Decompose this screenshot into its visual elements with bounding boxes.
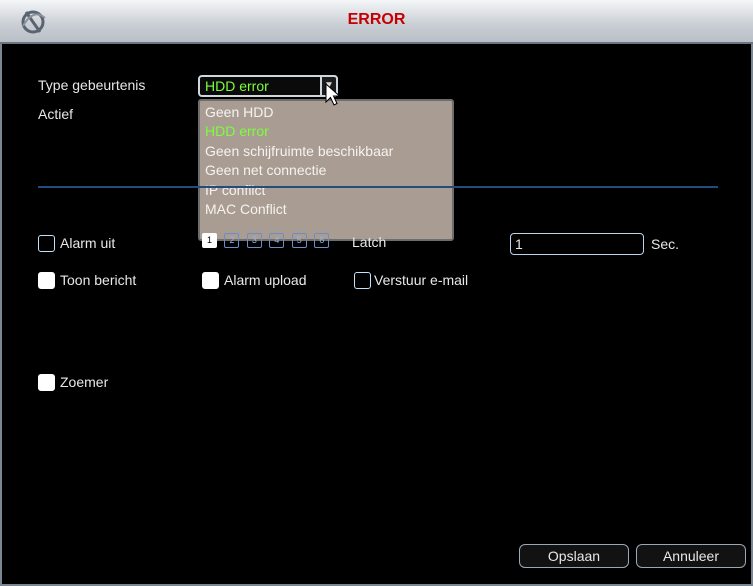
show-message-checkbox[interactable] (38, 272, 55, 289)
event-type-value: HDD error (205, 78, 269, 94)
alarm-upload-checkbox[interactable] (202, 272, 219, 289)
latch-input[interactable]: 1 (510, 233, 644, 255)
window-title: ERROR (347, 11, 406, 28)
dropdown-option-ip-conflict[interactable]: IP conflict (200, 181, 452, 200)
mouse-cursor-icon (325, 83, 341, 106)
alarm-out-label: Alarm uit (60, 235, 116, 251)
section-divider (38, 186, 718, 188)
latch-label: Latch (352, 234, 387, 250)
event-type-label: Type gebeurtenis (38, 77, 146, 93)
dropdown-option-no-disk-space[interactable]: Geen schijfruimte beschikbaar (200, 142, 452, 161)
event-type-select[interactable]: HDD error ▼ (198, 75, 338, 97)
alarm-out-checkbox[interactable] (38, 235, 55, 252)
active-label: Actief (38, 106, 74, 122)
event-type-dropdown[interactable]: Geen HDD HDD error Geen schijfruimte bes… (198, 99, 454, 241)
dropdown-option-hdd-error[interactable]: HDD error (200, 122, 452, 141)
dropdown-option-no-network[interactable]: Geen net connectie (200, 161, 452, 180)
error-settings-window: ERROR Type gebeurtenis Actief HDD error … (0, 0, 753, 586)
latch-unit-label: Sec. (651, 236, 680, 252)
send-email-label: Verstuur e-mail (374, 272, 469, 288)
alarm-channel-toggle[interactable]: 6 (314, 233, 330, 248)
dropdown-option-mac-conflict[interactable]: MAC Conflict (200, 200, 452, 219)
send-email-checkbox[interactable] (354, 272, 371, 289)
buzzer-label: Zoemer (60, 374, 109, 390)
alarm-channel-toggle[interactable]: 2 (224, 233, 240, 248)
alarm-upload-label: Alarm upload (224, 272, 307, 288)
show-message-label: Toon bericht (60, 272, 137, 288)
save-button[interactable]: Opslaan (519, 544, 629, 568)
buzzer-checkbox[interactable] (38, 374, 55, 391)
cancel-button[interactable]: Annuleer (636, 544, 746, 568)
alarm-out-channel-group: 1 2 3 4 5 6 (202, 233, 332, 249)
title-bar: ERROR (0, 0, 753, 44)
alarm-channel-toggle[interactable]: 4 (269, 233, 285, 248)
alarm-channel-toggle[interactable]: 3 (246, 233, 262, 248)
alarm-channel-toggle[interactable]: 5 (291, 233, 307, 248)
alarm-channel-toggle[interactable]: 1 (202, 233, 217, 248)
